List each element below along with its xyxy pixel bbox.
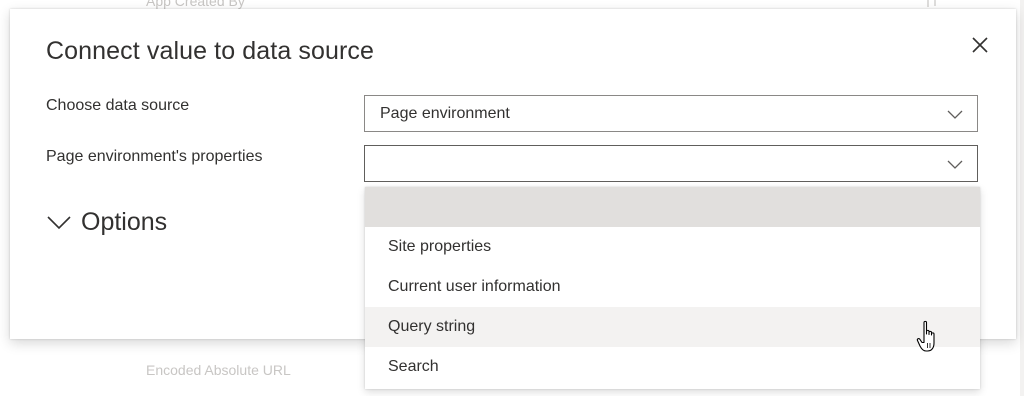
properties-dropdown[interactable]	[364, 145, 978, 182]
dropdown-item-current-user-information[interactable]: Current user information	[365, 267, 980, 307]
data-source-value: Page environment	[380, 105, 510, 122]
dialog-title: Connect value to data source	[46, 37, 375, 65]
data-source-dropdown[interactable]: Page environment	[364, 95, 978, 132]
properties-dropdown-list: Site properties Current user information…	[365, 187, 980, 389]
background-column-label-bottom: Encoded Absolute URL	[146, 362, 291, 378]
background-column-label-top: App Created By	[146, 0, 245, 9]
chevron-down-icon	[47, 216, 71, 230]
chevron-down-icon	[947, 160, 963, 169]
data-source-label: Choose data source	[46, 97, 190, 114]
dropdown-item-site-properties[interactable]: Site properties	[365, 227, 980, 267]
properties-label: Page environment's properties	[46, 148, 263, 165]
chevron-down-icon	[947, 110, 963, 119]
options-label: Options	[81, 208, 168, 236]
background-page-edge	[1020, 0, 1024, 396]
dropdown-item-empty[interactable]	[365, 187, 980, 227]
hand-pointer-cursor-icon	[916, 320, 935, 352]
dropdown-item-search[interactable]: Search	[365, 347, 980, 387]
dropdown-item-query-string[interactable]: Query string	[365, 307, 980, 347]
close-icon	[972, 37, 988, 53]
close-button[interactable]	[968, 33, 992, 57]
sort-icon	[924, 0, 940, 8]
